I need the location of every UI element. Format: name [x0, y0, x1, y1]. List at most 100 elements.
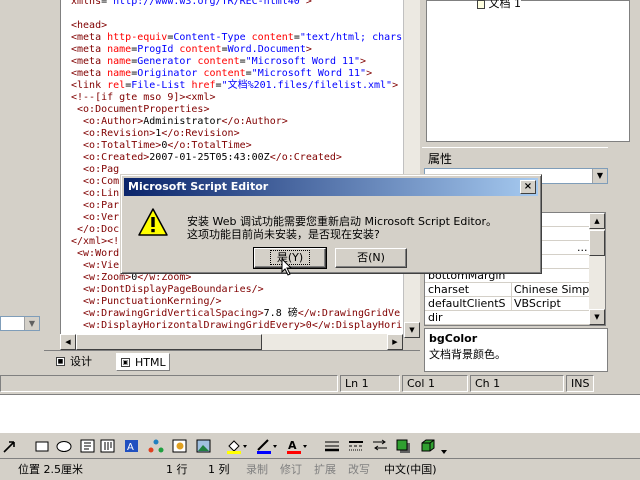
code-line[interactable]: <w:DrawingGridVerticalSpacing>7.8 磅</w:D… [71, 308, 403, 320]
no-button[interactable]: 否(N) [335, 248, 407, 268]
scroll-down-icon[interactable]: ▼ [589, 309, 605, 325]
arrow-style-icon[interactable] [372, 438, 388, 454]
code-token: </o:Doc [71, 224, 120, 235]
oval-tool-icon[interactable] [55, 438, 73, 454]
shadow-style-icon[interactable] [396, 438, 412, 454]
close-icon[interactable]: × [520, 180, 536, 194]
code-line[interactable]: <o:TotalTime>0</o:TotalTime> [71, 140, 403, 152]
code-token: <!--[if gte mso 9]><xml> [71, 92, 216, 103]
left-panel: ▼ [0, 0, 44, 372]
document-icon [477, 0, 485, 9]
view-tabs: ■ 设计 ▣ HTML [44, 350, 420, 372]
property-row[interactable]: charset Chinese Simpl [425, 283, 591, 297]
property-row[interactable]: dir [425, 311, 589, 325]
left-dropdown[interactable]: ▼ [0, 316, 40, 331]
status-track-changes[interactable]: 修订 [280, 462, 302, 477]
code-token: href [191, 80, 216, 91]
font-color-icon[interactable]: A [286, 438, 308, 454]
toolbar-options-icon[interactable] [440, 436, 448, 454]
word-document-area[interactable] [0, 394, 640, 432]
dash-style-icon[interactable] [348, 438, 364, 454]
word-status-bar: 位置 2.5厘米 1 行 1 列 录制 修订 扩展 改写 中文(中国) [0, 458, 640, 480]
property-name: dir [428, 311, 443, 324]
design-view-icon: ■ [56, 357, 65, 366]
status-overtype[interactable]: 改写 [348, 462, 370, 477]
3d-style-icon[interactable] [420, 438, 436, 454]
properties-scroll-thumb[interactable] [589, 230, 605, 256]
chevron-down-icon[interactable]: ▼ [24, 317, 39, 330]
code-token: > [360, 56, 367, 67]
dialog-title-bar[interactable]: Microsoft Script Editor × [124, 178, 538, 196]
status-message [0, 375, 338, 392]
textbox-tool-icon[interactable] [80, 438, 96, 454]
arrow-tool-icon[interactable] [2, 438, 16, 454]
code-line[interactable]: <head> [71, 20, 403, 32]
status-char: Ch 1 [470, 375, 564, 392]
code-line[interactable]: xmlns="http://www.w3.org/TR/REC-html40"> [71, 0, 403, 8]
tab-design[interactable]: ■ 设计 [52, 353, 106, 371]
code-line[interactable]: <meta name=Generator content="Microsoft … [71, 56, 403, 68]
fill-color-icon[interactable] [226, 438, 248, 454]
code-token: http-equiv [107, 32, 168, 43]
code-line[interactable]: <meta http-equiv=Content-Type content="t… [71, 32, 403, 44]
code-line[interactable]: <!--[if gte mso 9]><xml> [71, 92, 403, 104]
property-value[interactable]: VBScript [511, 297, 591, 310]
code-token: 7.8 磅 [263, 308, 298, 319]
code-token: "Microsoft Word 11" [251, 68, 367, 79]
diagram-icon[interactable] [148, 438, 164, 454]
scroll-down-icon[interactable]: ▼ [404, 322, 420, 338]
code-token: Content-Type [173, 32, 252, 43]
code-line[interactable]: <o:DocumentProperties> [71, 104, 403, 116]
property-name: defaultClientS [428, 297, 506, 310]
code-line[interactable]: <w:DisplayHorizontalDrawingGridEvery>0</… [71, 320, 403, 332]
code-line[interactable]: <meta name=Originator content="Microsoft… [71, 68, 403, 80]
chevron-down-icon[interactable]: ▼ [592, 169, 607, 183]
wordart-icon[interactable]: A [124, 438, 140, 454]
code-line[interactable] [71, 8, 403, 20]
code-line[interactable]: <o:Author>Administrator</o:Author> [71, 116, 403, 128]
property-row[interactable]: defaultClientS VBScript [425, 297, 589, 311]
code-line[interactable]: <meta name=ProgId content=Word.Document> [71, 44, 403, 56]
code-line[interactable]: <o:Created>2007-01-25T05:43:00Z</o:Creat… [71, 152, 403, 164]
code-token: > [366, 68, 373, 79]
code-token: <meta [71, 56, 108, 67]
code-token: </o:Revision> [161, 128, 240, 139]
code-line[interactable]: <o:Revision>1</o:Revision> [71, 128, 403, 140]
code-line[interactable]: <w:DontDisplayPageBoundaries/> [71, 284, 403, 296]
horizontal-scroll-thumb[interactable] [76, 334, 262, 350]
editor-horizontal-scrollbar[interactable]: ◀ ▶ [60, 334, 403, 350]
tab-html[interactable]: ▣ HTML [116, 353, 170, 371]
scroll-right-icon[interactable]: ▶ [387, 334, 403, 350]
properties-scrollbar[interactable]: ▲ ▼ [589, 213, 605, 325]
no-button-label: 否(N) [357, 251, 385, 264]
code-token: content [203, 68, 246, 79]
line-color-icon[interactable] [256, 438, 278, 454]
code-editor[interactable]: xmlns="http://www.w3.org/TR/REC-html40">… [60, 0, 403, 338]
status-record[interactable]: 录制 [246, 462, 268, 477]
scroll-up-icon[interactable]: ▲ [589, 213, 605, 229]
line-style-icon[interactable] [324, 438, 340, 454]
document-outline-tree[interactable]: 文档 1 [426, 0, 630, 142]
code-token: <o:Lin [71, 188, 120, 199]
ellipsis-button[interactable]: ... [575, 241, 589, 254]
code-token: 2007-01-25T05:43:00Z [149, 152, 270, 163]
tree-node-document[interactable]: 文档 1 [477, 0, 521, 11]
code-token: rel [107, 80, 126, 91]
picture-icon[interactable] [196, 438, 212, 454]
code-token: <o:TotalTime> [71, 140, 162, 151]
rectangle-tool-icon[interactable] [34, 438, 50, 454]
code-token: <w:DisplayHorizontalDrawingGridEvery>0</… [71, 320, 403, 331]
editor-vertical-scrollbar[interactable]: ▼ [403, 0, 420, 338]
scroll-left-icon[interactable]: ◀ [60, 334, 76, 350]
clipart-icon[interactable] [172, 438, 188, 454]
code-token: <link [71, 80, 108, 91]
property-value[interactable]: Chinese Simpl [511, 283, 591, 296]
vertical-textbox-icon[interactable] [100, 438, 116, 454]
code-token: ProgId [137, 44, 180, 55]
code-line[interactable]: <link rel=File-List href="文档%201.files/f… [71, 80, 403, 92]
code-line[interactable]: <w:PunctuationKerning/> [71, 296, 403, 308]
warning-icon [137, 207, 169, 237]
status-extend[interactable]: 扩展 [314, 462, 336, 477]
property-name: charset [428, 283, 470, 296]
properties-header: 属性 ▾ ✕ [422, 147, 638, 166]
